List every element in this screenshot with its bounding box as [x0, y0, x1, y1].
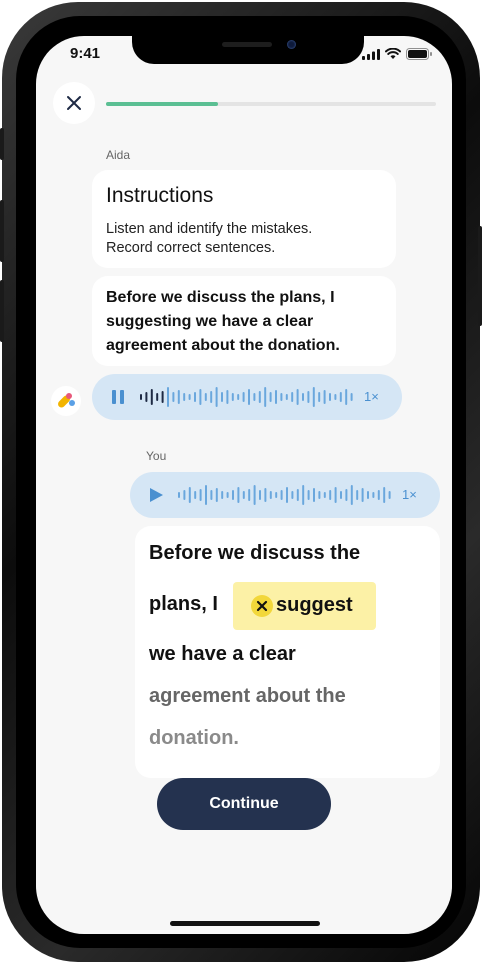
corrected-word-chip[interactable]: suggest [233, 582, 376, 630]
front-camera [287, 40, 296, 49]
waveform-icon[interactable] [140, 385, 356, 409]
answer-line-2-prefix: plans, I [149, 593, 218, 615]
x-mark-icon [256, 600, 268, 612]
app-screen: 9:41 Aida Instructions Listen and identi… [36, 36, 452, 934]
signal-icon [362, 48, 380, 60]
lesson-progress-bar [106, 102, 436, 106]
battery-icon [406, 48, 432, 60]
play-icon[interactable] [150, 488, 163, 502]
pause-icon[interactable] [112, 390, 124, 404]
wifi-icon [385, 48, 401, 59]
answer-line-5: donation. [149, 727, 239, 749]
lesson-progress-fill [106, 102, 219, 106]
instructions-title: Instructions [106, 184, 214, 207]
close-button[interactable] [53, 82, 95, 124]
notch [132, 36, 364, 64]
corrected-word: suggest [276, 594, 353, 616]
tutor-name-label: Aida [106, 148, 131, 162]
answer-line-4: agreement about the [149, 685, 346, 707]
tutor-audio-speed[interactable]: 1× [364, 389, 379, 404]
mute-switch [0, 128, 4, 160]
user-audio-speed[interactable]: 1× [402, 487, 417, 502]
instructions-text: Listen and identify the mistakes. Record… [106, 221, 313, 256]
answer-line-1: Before we discuss the [149, 542, 361, 564]
tutor-avatar [51, 386, 81, 416]
user-answer-card: Before we discuss the plans, I suggest w… [135, 526, 440, 778]
avatar-logo-icon [58, 393, 75, 408]
x-mark-button[interactable] [251, 595, 273, 617]
speaker-grille [222, 42, 272, 47]
status-icons [362, 48, 432, 60]
phone-frame: 9:41 Aida Instructions Listen and identi… [0, 2, 482, 962]
prompt-sentence-text: Before we discuss the plans, I suggestin… [106, 289, 340, 354]
user-name-label: You [146, 449, 167, 463]
prompt-sentence-card: Before we discuss the plans, I suggestin… [92, 276, 396, 366]
instructions-card: Instructions Listen and identify the mis… [92, 170, 396, 268]
status-time: 9:41 [70, 45, 101, 62]
answer-line-3: we have a clear [149, 643, 296, 665]
continue-button[interactable]: Continue [157, 778, 331, 830]
user-audio-player[interactable]: 1× [130, 472, 440, 518]
power-button [478, 226, 482, 326]
home-indicator [170, 921, 320, 926]
tutor-audio-player[interactable]: 1× [92, 374, 402, 420]
volume-down-button [0, 280, 4, 342]
close-icon [67, 96, 81, 110]
waveform-icon[interactable] [178, 483, 394, 507]
volume-up-button [0, 200, 4, 262]
